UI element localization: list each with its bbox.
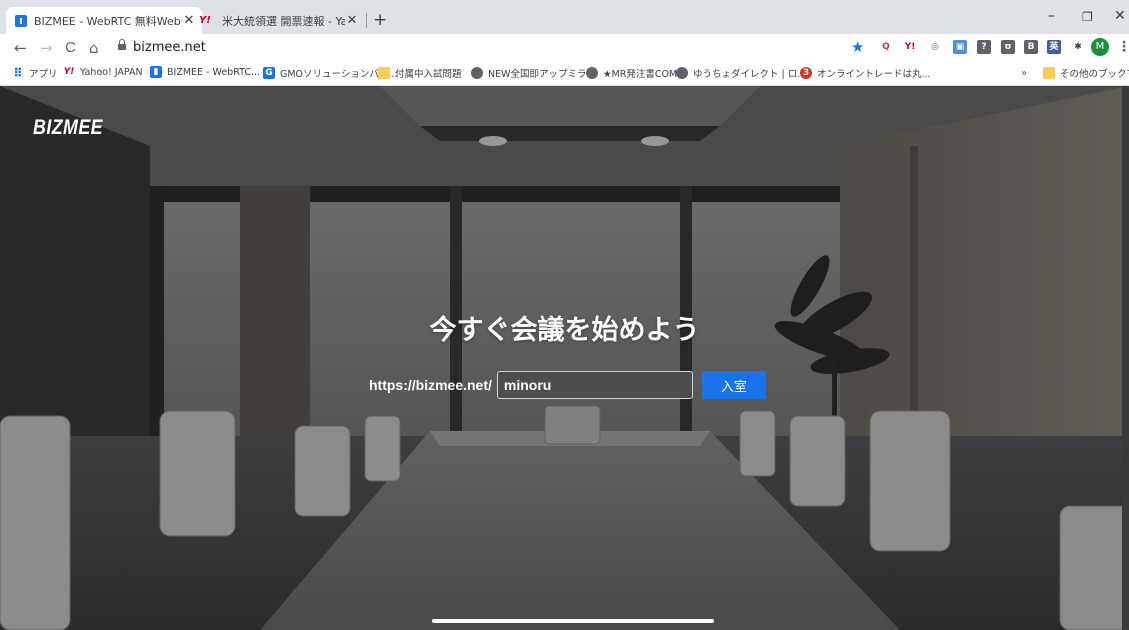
yahoo-favicon-icon: Y!: [199, 14, 211, 26]
hero-section: BIZMEE 今すぐ会議を始めよう https://bizmee.net/ 入室: [0, 86, 1129, 630]
bookmarks-overflow-icon[interactable]: »: [1021, 68, 1027, 79]
minimize-button[interactable]: –: [1048, 8, 1055, 24]
enter-room-button[interactable]: 入室: [701, 371, 766, 399]
url-prefix-label: https://bizmee.net/: [369, 377, 492, 393]
browser-toolbar: ← → C ⌂ bizmee.net ★ Q Y! ◎ ▣? ʊ B 英 ✱ M ⋮: [0, 34, 1129, 62]
bookmark-label: ★MR発注書COMP: [603, 69, 683, 80]
tab-yahoo-news[interactable]: Y! 米大統領選 開票速報 - Yahoo!ニ ✕: [190, 7, 365, 34]
page-scrollbar[interactable]: [1122, 86, 1129, 630]
bookmark-star-icon[interactable]: ★: [851, 38, 864, 56]
bookmark-mr-order[interactable]: ★MR発注書COMP: [586, 66, 683, 80]
home-button[interactable]: ⌂: [89, 39, 99, 57]
bookmark-label: NEW全国即アップミラ...: [488, 69, 596, 80]
bookmark-label: ゆうちょダイレクト | ロ...: [693, 69, 807, 80]
bookmark-label: その他のブックマーク: [1060, 69, 1129, 80]
hatena-extension-icon[interactable]: B: [1024, 40, 1038, 54]
bookmark-yucho[interactable]: ゆうちょダイレクト | ロ...: [676, 66, 806, 80]
bookmark-yahoo-japan[interactable]: Y! Yahoo! JAPAN: [63, 66, 143, 78]
maximize-button[interactable]: ❐: [1082, 10, 1093, 24]
github-extension-icon[interactable]: ◎: [928, 40, 942, 54]
bizmee-icon: ▮: [150, 66, 162, 78]
yahoo-extension-icon[interactable]: Y!: [903, 40, 917, 54]
bookmark-label: オンライントレードは丸...: [817, 69, 931, 80]
folder-icon: [378, 67, 390, 79]
reload-button[interactable]: C: [65, 39, 76, 57]
forward-button[interactable]: →: [40, 39, 53, 57]
tab-separator: [366, 13, 367, 28]
room-name-input[interactable]: [496, 371, 693, 399]
bookmark-label: BIZMEE - WebRTC...: [167, 66, 261, 78]
dictionary-extension-icon[interactable]: 英: [1047, 40, 1061, 54]
screen-extension-icon[interactable]: ▣: [953, 40, 967, 54]
globe-icon: [471, 67, 483, 79]
tab-close-icon[interactable]: ✕: [345, 13, 359, 28]
join-room-form: https://bizmee.net/ 入室: [369, 371, 766, 399]
help-extension-icon[interactable]: ?: [977, 40, 991, 54]
bottom-indicator: [432, 619, 714, 623]
bookmark-apps[interactable]: ⠿ アプリ: [12, 66, 58, 80]
bookmark-folder-exams[interactable]: 付属中入試問題: [378, 66, 462, 80]
globe-icon: [676, 67, 688, 79]
bookmark-label: アプリ: [29, 69, 58, 80]
yahoo-icon: Y!: [63, 67, 75, 77]
profile-avatar[interactable]: M: [1091, 38, 1109, 56]
new-tab-button[interactable]: +: [373, 10, 387, 30]
other-bookmarks[interactable]: その他のブックマーク: [1043, 66, 1129, 80]
search-extension-icon[interactable]: Q: [879, 40, 893, 54]
bizmee-logo[interactable]: BIZMEE: [33, 116, 103, 140]
folder-icon: [1043, 67, 1055, 79]
globe-icon: [586, 67, 598, 79]
browser-menu-icon[interactable]: ⋮: [1117, 39, 1129, 55]
close-window-button[interactable]: ✕: [1114, 8, 1126, 24]
bookmark-label: 付属中入試問題: [395, 69, 462, 80]
puzzle-extension-icon[interactable]: ✱: [1071, 40, 1085, 54]
pocket-extension-icon[interactable]: ʊ: [1001, 40, 1015, 54]
address-bar[interactable]: bizmee.net: [133, 40, 206, 55]
bizmee-favicon-icon: [15, 14, 27, 27]
back-button[interactable]: ←: [14, 39, 27, 57]
tab-bizmee[interactable]: BIZMEE - WebRTC 無料Web会議 ✕: [6, 7, 202, 34]
tab-title: BIZMEE - WebRTC 無料Web会議: [34, 14, 182, 28]
trade-icon: 3: [800, 67, 812, 79]
bookmark-bizmee[interactable]: ▮ BIZMEE - WebRTC...: [150, 66, 260, 78]
gmo-icon: G: [263, 67, 275, 79]
bookmarks-bar: ⠿ アプリ Y! Yahoo! JAPAN ▮ BIZMEE - WebRTC.…: [0, 62, 1129, 86]
tab-strip: BIZMEE - WebRTC 無料Web会議 ✕ Y! 米大統領選 開票速報 …: [0, 0, 1129, 34]
lock-icon[interactable]: [118, 39, 126, 52]
hero-headline: 今すぐ会議を始めよう: [429, 315, 700, 346]
apps-icon: ⠿: [13, 66, 23, 80]
bookmark-online-trade[interactable]: 3 オンライントレードは丸...: [800, 66, 931, 80]
bookmark-label: Yahoo! JAPAN: [80, 66, 143, 78]
bookmark-new-zenkoku[interactable]: NEW全国即アップミラ...: [471, 66, 596, 80]
meeting-room-background: [0, 86, 1129, 630]
tab-title: 米大統領選 開票速報 - Yahoo!ニ: [222, 14, 345, 28]
